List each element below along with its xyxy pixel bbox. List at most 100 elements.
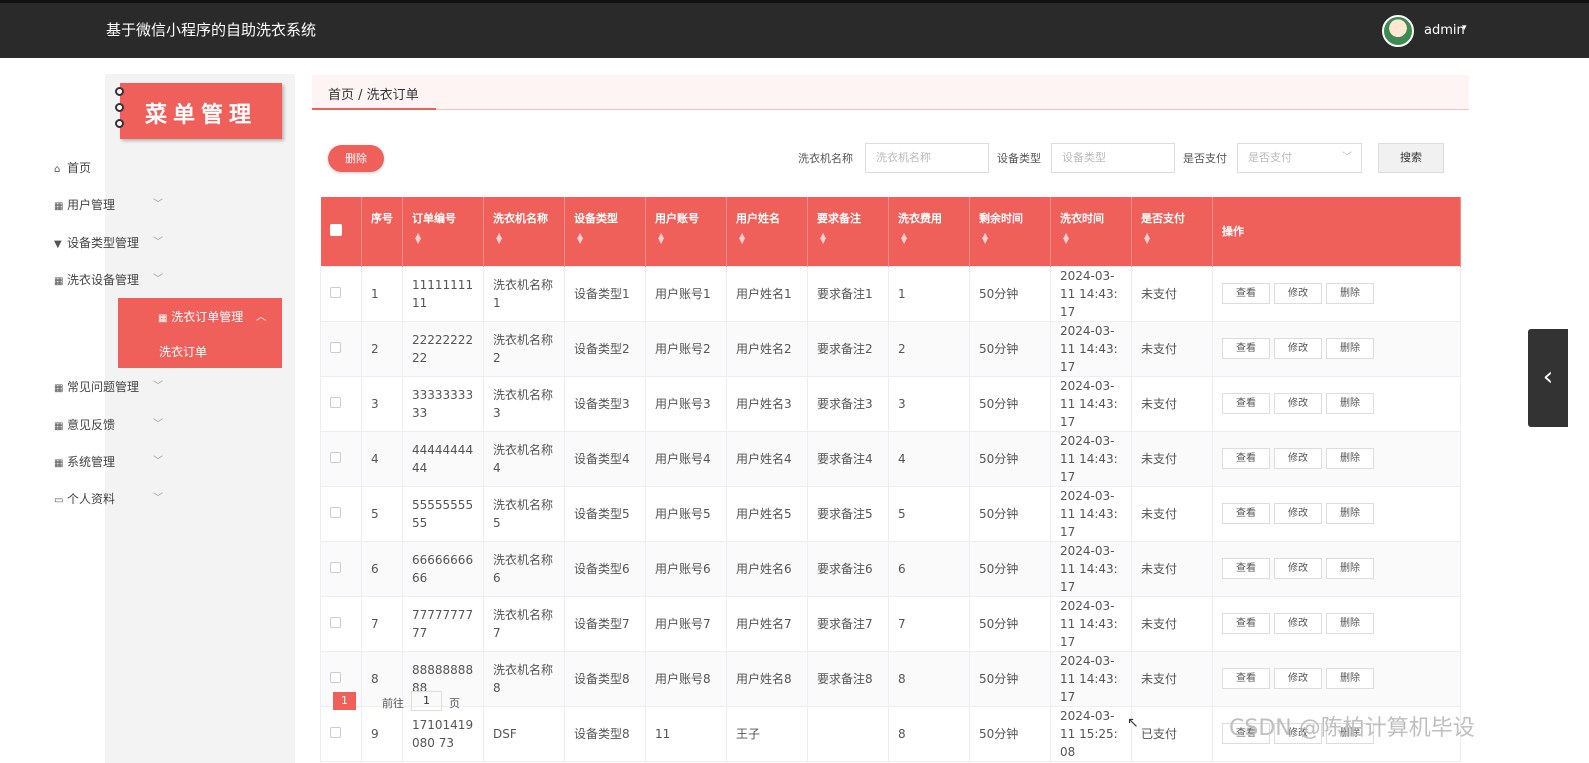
row-checkbox[interactable]	[320, 320, 362, 377]
delete-row-button[interactable]: 删除	[1326, 613, 1374, 634]
row-checkbox[interactable]	[320, 375, 362, 432]
column-header[interactable]: 洗衣时间 ▲ ▼	[1050, 197, 1132, 266]
sidebar-item-orders-header[interactable]: ▦ 洗衣订单管理	[158, 308, 243, 325]
edit-button[interactable]: 修改	[1274, 503, 1322, 524]
table-cell: 用户姓名8	[726, 650, 808, 707]
sidebar-subitem-laundry-orders[interactable]: 洗衣订单	[159, 343, 207, 360]
row-checkbox[interactable]	[320, 430, 362, 487]
page-jump-input[interactable]: 1	[411, 691, 442, 711]
view-button[interactable]: 查看	[1222, 338, 1270, 359]
edit-button[interactable]: 修改	[1274, 338, 1322, 359]
edit-button[interactable]: 修改	[1274, 668, 1322, 689]
sidebar-item-profile[interactable]: ▭ 个人资料 ﹀	[54, 489, 179, 509]
column-header[interactable]: 用户姓名 ▲ ▼	[726, 197, 808, 266]
column-header[interactable]: 洗衣机名称 ▲ ▼	[483, 197, 565, 266]
table-cell: 50分钟	[969, 265, 1051, 322]
column-header[interactable]: 订单编号 ▲ ▼	[402, 197, 484, 266]
sidebar-item-users[interactable]: ▦ 用户管理 ﹀	[54, 195, 179, 215]
column-header[interactable]: 设备类型 ▲ ▼	[564, 197, 646, 266]
row-checkbox[interactable]	[320, 485, 362, 542]
search-button[interactable]: 搜索	[1378, 143, 1444, 173]
column-header[interactable]: 剩余时间 ▲ ▼	[969, 197, 1051, 266]
view-button[interactable]: 查看	[1222, 503, 1270, 524]
delete-row-button[interactable]: 删除	[1326, 668, 1374, 689]
column-header[interactable]: 洗衣费用 ▲ ▼	[888, 197, 970, 266]
grid-icon: ▦	[54, 276, 64, 287]
table-cell: 未支付	[1131, 320, 1213, 377]
column-header[interactable]: 要求备注 ▲ ▼	[807, 197, 889, 266]
page-number-current[interactable]: 1	[333, 692, 356, 710]
table-cell: 2024-03-11 14:43:17	[1050, 650, 1132, 707]
menu-banner: 菜单管理	[115, 83, 282, 139]
view-button[interactable]: 查看	[1222, 283, 1270, 304]
table-cell: 50分钟	[969, 595, 1051, 652]
table-cell: 要求备注1	[807, 265, 889, 322]
chevron-down-icon: ﹀	[153, 274, 163, 285]
orders-table: 序号 订单编号 ▲ ▼ 洗衣机名称 ▲ ▼ 设备类型 ▲ ▼ 用户账号 ▲ ▼ 用户姓名 ▲ ▼ 要…	[320, 197, 1461, 762]
sort-icon: ▲ ▼	[982, 231, 989, 245]
edit-button[interactable]: 修改	[1274, 558, 1322, 579]
sort-icon: ▲ ▼	[577, 231, 584, 245]
table-cell: 设备类型1	[564, 265, 646, 322]
delete-row-button[interactable]: 删除	[1326, 338, 1374, 359]
sidebar-item-device-types[interactable]: ▼ 设备类型管理 ﹀	[54, 233, 179, 253]
view-button[interactable]: 查看	[1222, 393, 1270, 414]
table-cell: 2024-03-11 14:43:17	[1050, 430, 1132, 487]
view-button[interactable]: 查看	[1222, 558, 1270, 579]
table-cell: 设备类型6	[564, 540, 646, 597]
delete-row-button[interactable]: 删除	[1326, 503, 1374, 524]
chevron-up-icon: ︿	[256, 312, 266, 323]
row-checkbox[interactable]	[320, 595, 362, 652]
edit-button[interactable]: 修改	[1274, 393, 1322, 414]
breadcrumb-text[interactable]: 首页 / 洗衣订单	[328, 84, 419, 103]
column-header[interactable]: 用户账号 ▲ ▼	[645, 197, 727, 266]
table-cell: 6666666666	[402, 540, 484, 597]
table-cell: 要求备注6	[807, 540, 889, 597]
sidebar-item-label: 用户管理	[67, 198, 116, 212]
column-header[interactable]: 是否支付 ▲ ▼	[1131, 197, 1213, 266]
view-button[interactable]: 查看	[1222, 613, 1270, 634]
edit-button[interactable]: 修改	[1274, 613, 1322, 634]
avatar[interactable]	[1382, 15, 1414, 47]
table-cell: 2024-03-11 14:43:17	[1050, 265, 1132, 322]
user-name[interactable]: admin	[1424, 23, 1465, 38]
row-checkbox[interactable]	[320, 705, 362, 762]
device-type-input[interactable]: 设备类型	[1051, 143, 1175, 173]
table-cell: 2024-03-11 14:43:17	[1050, 595, 1132, 652]
caret-down-icon[interactable]: ▾	[1462, 23, 1467, 33]
edit-button[interactable]: 修改	[1274, 283, 1322, 304]
delete-row-button[interactable]: 删除	[1326, 448, 1374, 469]
paid-select[interactable]: 是否支付 ﹀	[1237, 143, 1362, 173]
row-actions: 查看 修改 删除	[1212, 650, 1461, 707]
sidebar-item-home[interactable]: ⌂ 首页	[54, 158, 179, 178]
delete-row-button[interactable]: 删除	[1326, 558, 1374, 579]
sidebar-item-label: 个人资料	[67, 492, 116, 506]
sort-icon: ▲ ▼	[1144, 231, 1151, 245]
view-button[interactable]: 查看	[1222, 448, 1270, 469]
chevron-down-icon: ﹀	[153, 456, 163, 467]
sidebar-item-system[interactable]: ▦ 系统管理 ﹀	[54, 452, 179, 472]
sidebar-item-feedback[interactable]: ▦ 意见反馈 ﹀	[54, 415, 179, 435]
table-row: 1 1111111111 洗衣机名称1 设备类型1 用户账号1 用户姓名1 要求备注1 1 50…	[320, 265, 1461, 322]
table-cell: 2	[361, 320, 403, 377]
washer-name-input[interactable]: 洗衣机名称	[865, 143, 989, 173]
table-cell: 洗衣机名称5	[483, 485, 565, 542]
sidebar-item-devices[interactable]: ▦ 洗衣设备管理 ﹀	[54, 270, 179, 290]
delete-row-button[interactable]: 删除	[1326, 393, 1374, 414]
edit-button[interactable]: 修改	[1274, 448, 1322, 469]
table-cell: 4	[361, 430, 403, 487]
mouse-cursor-icon: ↖	[1127, 715, 1139, 731]
table-cell: 2	[888, 320, 970, 377]
chevron-down-icon: ﹀	[153, 381, 163, 392]
row-checkbox[interactable]	[320, 540, 362, 597]
delete-button[interactable]: 删除	[328, 145, 384, 172]
delete-row-button[interactable]: 删除	[1326, 283, 1374, 304]
select-all-checkbox[interactable]	[320, 197, 362, 266]
view-button[interactable]: 查看	[1222, 668, 1270, 689]
sidebar-item-orders[interactable]: ▦ 洗衣订单管理 ︿ 洗衣订单	[118, 298, 282, 368]
row-checkbox[interactable]	[320, 265, 362, 322]
table-cell: 用户姓名6	[726, 540, 808, 597]
table-cell: DSF	[483, 705, 565, 762]
sidebar-item-faq[interactable]: ▦ 常见问题管理 ﹀	[54, 377, 179, 397]
chevron-left-icon[interactable]: ‹	[1528, 329, 1568, 427]
